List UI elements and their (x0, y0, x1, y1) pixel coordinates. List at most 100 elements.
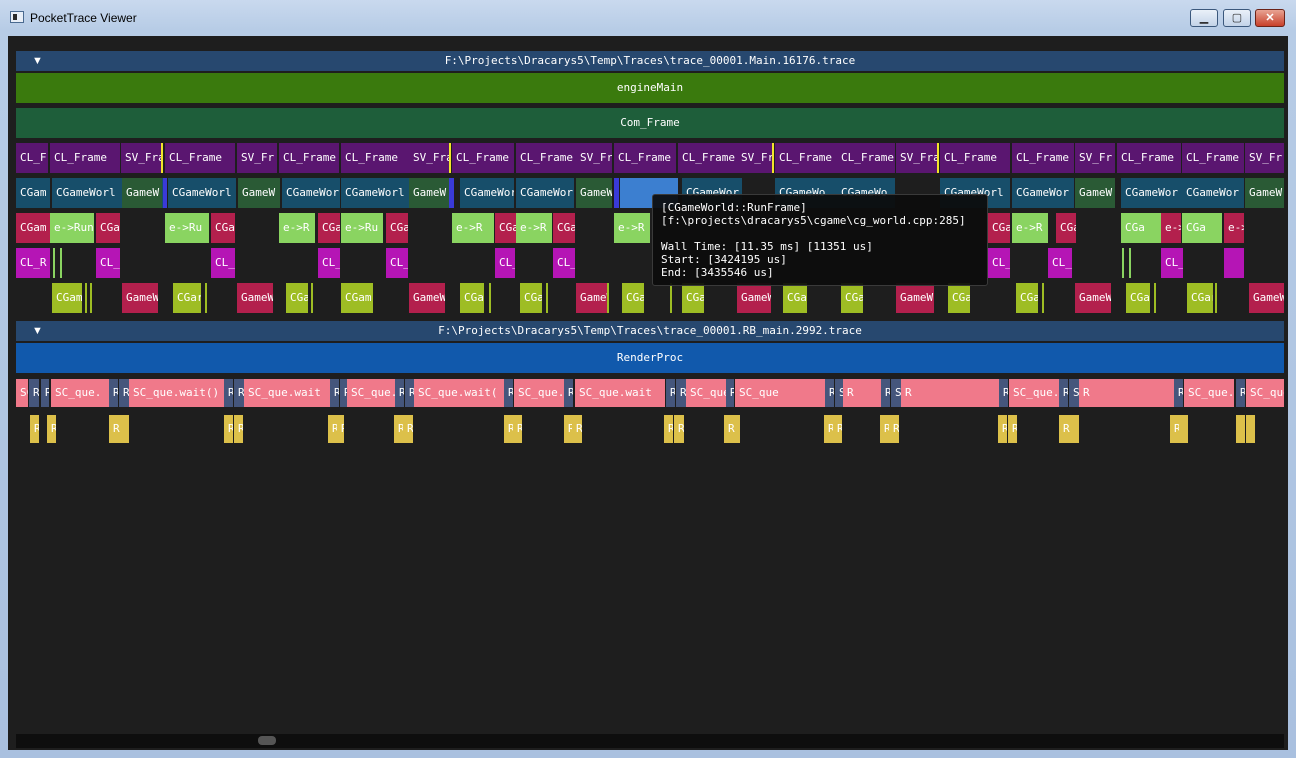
zone-generic[interactable]: CGa (622, 283, 644, 313)
zone-marker[interactable] (449, 143, 451, 173)
scrollbar-thumb[interactable] (258, 736, 276, 745)
zone-generic[interactable]: CGam (52, 283, 82, 313)
zone-sc-queue[interactable]: SC_que. (51, 379, 109, 407)
zone-generic[interactable]: CGa (783, 283, 807, 313)
zone-cl[interactable]: CL_R (16, 248, 50, 278)
zone-frame[interactable]: CL_Frame (1012, 143, 1074, 173)
zone-render-r[interactable]: R (889, 415, 899, 443)
zone-sc-queue[interactable]: R (825, 379, 834, 407)
zone-cl[interactable]: CL_ (495, 248, 515, 278)
zone-sc-queue[interactable]: R (881, 379, 890, 407)
zone-sc-queue[interactable]: R (1059, 379, 1068, 407)
zone-sc-queue[interactable]: SC_que (1246, 379, 1284, 407)
zone-sc-queue[interactable]: SC_que.wait( (1184, 379, 1234, 407)
zone-sc-queue[interactable]: SC_que.wait() (1009, 379, 1059, 407)
zone-sc-queue[interactable]: SC_que.wait() (129, 379, 224, 407)
zone-gameworld[interactable]: CGameWor (516, 178, 574, 208)
zone-sc-queue[interactable]: R (224, 379, 233, 407)
zone-cl[interactable]: CL_ (386, 248, 408, 278)
zone-sc-queue[interactable]: R (405, 379, 414, 407)
zone-sc-queue[interactable]: R (41, 379, 49, 407)
zone-frame[interactable]: CL_Frame (452, 143, 514, 173)
zone-sc-queue[interactable]: R (901, 379, 999, 407)
zone-marker[interactable] (60, 248, 62, 278)
zone-runframe[interactable]: CGa (988, 213, 1010, 243)
zone-sc-queue[interactable]: R (119, 379, 129, 407)
zone-sc-queue[interactable]: SC_que. (514, 379, 564, 407)
zone-runframe[interactable]: CGa (1182, 213, 1222, 243)
zone-render-r[interactable]: R (1059, 415, 1079, 443)
zone-gameworld[interactable]: GameW (1245, 178, 1284, 208)
zone-runframe[interactable]: e->R (614, 213, 650, 243)
zone-frame[interactable]: SV_Fr (1075, 143, 1115, 173)
zone-marker[interactable] (937, 143, 939, 173)
zone-sc-queue[interactable]: R (843, 379, 881, 407)
zone-sc-queue[interactable]: SC_que.wait( (414, 379, 504, 407)
zone-frame[interactable]: CL_Frame (775, 143, 837, 173)
zone-runframe[interactable]: CGa (495, 213, 517, 243)
zone-gameworld[interactable]: CGameWor (282, 178, 340, 208)
zone-marker[interactable] (311, 283, 313, 313)
zone-runframe[interactable]: e->Ru (1161, 213, 1181, 243)
zone-render-r[interactable]: R (664, 415, 673, 443)
zone-runframe[interactable]: CGa (318, 213, 340, 243)
zone-generic[interactable]: CGa (460, 283, 484, 313)
zone-runframe[interactable]: e->R (516, 213, 552, 243)
zone-marker[interactable] (85, 283, 87, 313)
zone-sc-queue[interactable]: R (1236, 379, 1245, 407)
zone-frame[interactable]: SV_Fra (896, 143, 938, 173)
zone-frame[interactable]: CL_Frame (341, 143, 409, 173)
zone-runframe[interactable]: CGa (211, 213, 235, 243)
zone-generic[interactable]: CGa (841, 283, 863, 313)
zone-generic[interactable]: CGam (341, 283, 373, 313)
zone-marker[interactable] (53, 248, 55, 278)
zone-runframe[interactable]: e->R (1012, 213, 1048, 243)
zone-gameworld[interactable]: CGameWor (1182, 178, 1244, 208)
zone-generic[interactable]: CGa (286, 283, 308, 313)
zone-frame[interactable]: CL_Frame (614, 143, 676, 173)
zone-sc-queue[interactable]: SC_que.wait (575, 379, 665, 407)
zone-render-r[interactable]: R (403, 415, 413, 443)
zone-render-r[interactable]: R (998, 415, 1007, 443)
zone-sc-queue[interactable]: R (330, 379, 339, 407)
zone-renderproc[interactable]: RenderProc (16, 343, 1284, 373)
zone-sc-queue[interactable]: SC_qu (891, 379, 901, 407)
zone-sc-queue[interactable]: SC_que (1069, 379, 1079, 407)
zone-sc-queue[interactable]: SC_que.wait (835, 379, 843, 407)
zone-sc-queue[interactable]: R (676, 379, 686, 407)
zone-cl[interactable] (1224, 248, 1244, 278)
minimize-button[interactable]: ▁ (1190, 9, 1218, 27)
zone-frame[interactable]: SV_Fra (121, 143, 161, 173)
maximize-button[interactable]: ▢ (1223, 9, 1251, 27)
zone-marker[interactable] (489, 283, 491, 313)
zone-sc-queue[interactable]: R (999, 379, 1008, 407)
zone-sc-queue[interactable]: SC_que.wait (244, 379, 330, 407)
zone-sc-queue[interactable]: R (504, 379, 513, 407)
zone-sc-queue[interactable]: R (109, 379, 118, 407)
zone-frame[interactable]: SV_Fr (737, 143, 773, 173)
zone-frame[interactable]: CL_Frame (165, 143, 235, 173)
zone-frame[interactable]: CL_Frame (1117, 143, 1181, 173)
zone-gameworld[interactable]: CGameWor (1121, 178, 1183, 208)
zone-render-r[interactable]: R (824, 415, 833, 443)
zone-render-r[interactable] (1236, 415, 1245, 443)
zone-marker[interactable] (449, 178, 454, 208)
zone-runframe[interactable]: e->Ru (1224, 213, 1244, 243)
zone-render-r[interactable]: R (833, 415, 842, 443)
zone-generic[interactable]: CGar (173, 283, 201, 313)
zone-marker[interactable] (772, 143, 774, 173)
zone-frame[interactable]: SV_Fr (1245, 143, 1284, 173)
zone-generic[interactable]: GameW (896, 283, 934, 313)
zone-sc-queue[interactable]: SC_que (735, 379, 825, 407)
zone-marker[interactable] (1154, 283, 1156, 313)
zone-marker[interactable] (546, 283, 548, 313)
zone-sc-queue[interactable]: SC_que.wait (686, 379, 726, 407)
zone-generic[interactable]: CGa (1126, 283, 1150, 313)
zone-cl[interactable]: CL_ (96, 248, 120, 278)
zone-gameworld[interactable]: CGameWorl (168, 178, 236, 208)
zone-frame[interactable]: CL_Frame (678, 143, 738, 173)
title-bar[interactable]: PocketTrace Viewer ▁ ▢ ✕ (0, 0, 1296, 36)
zone-frame[interactable]: CL_Frame (516, 143, 576, 173)
zone-marker[interactable] (1215, 283, 1217, 313)
zone-cl[interactable]: CL_ (1161, 248, 1183, 278)
